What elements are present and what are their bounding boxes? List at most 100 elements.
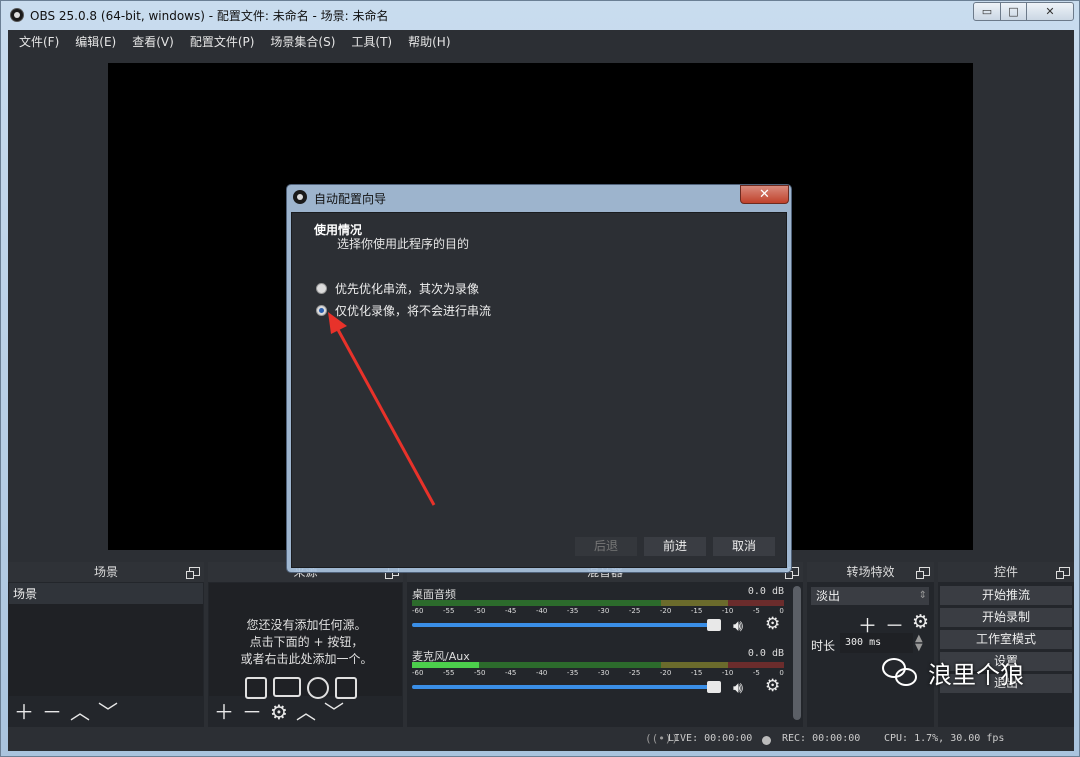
mixer-dock: 混音器 桌面音频 0.0 dB -60-55-50-45-40-35-30-25… (407, 562, 803, 727)
tick-label: -25 (628, 607, 641, 615)
dialog-title: 自动配置向导 (314, 192, 387, 206)
tick-label: -60 (412, 607, 424, 615)
move-down-icon[interactable]: ﹀ (324, 702, 344, 722)
dialog-close-button[interactable]: ✕ (740, 185, 789, 204)
option-label: 优先优化串流，其次为录像 (335, 282, 480, 296)
sources-toolbar: ＋ － ⚙ ︿ ﹀ (208, 697, 403, 727)
tick-label: -55 (442, 607, 455, 615)
move-down-icon[interactable]: ﹀ (98, 702, 118, 722)
controls-dock-title-text: 控件 (993, 565, 1018, 579)
remove-source-icon[interactable]: － (242, 702, 262, 722)
menu-help[interactable]: 帮助(H) (400, 30, 458, 54)
back-button[interactable]: 后退 (575, 537, 637, 556)
scene-list-item[interactable]: 场景 (9, 583, 203, 604)
float-dock-icon[interactable] (916, 567, 930, 579)
tick-label: -10 (721, 669, 734, 677)
transition-select[interactable]: 淡出 (811, 587, 929, 605)
camera-icon (335, 677, 357, 699)
obs-logo-icon (10, 8, 24, 22)
tick-label: -40 (535, 607, 548, 615)
minimize-button[interactable]: ▭ (973, 2, 1001, 21)
tick-label: -55 (442, 669, 455, 677)
remove-scene-icon[interactable]: － (42, 702, 62, 722)
menu-scene-collection[interactable]: 场景集合(S) (262, 30, 343, 54)
status-bar: ((•)) LIVE: 00:00:00 REC: 00:00:00 CPU: … (8, 729, 1074, 751)
sources-dock: 来源 您还没有添加任何源。 点击下面的 + 按钮， 或者右击此处添加一个。 ＋ (208, 562, 403, 727)
menu-bar: 文件(F) 编辑(E) 查看(V) 配置文件(P) 场景集合(S) 工具(T) … (8, 30, 1074, 54)
speaker-icon[interactable]: 🔊︎ (733, 616, 743, 636)
cpu-fps: CPU: 1.7%, 30.00 fps (884, 733, 1005, 744)
start-streaming-button[interactable]: 开始推流 (940, 586, 1072, 605)
duration-input[interactable]: 300 ms (840, 633, 913, 653)
float-dock-icon[interactable] (186, 567, 200, 579)
menu-file[interactable]: 文件(F) (11, 30, 67, 54)
tick-label: -45 (504, 607, 517, 615)
start-recording-button[interactable]: 开始录制 (940, 608, 1072, 627)
volume-meter (412, 600, 784, 606)
dialog-subheading: 选择你使用此程序的目的 (337, 237, 470, 251)
meter-ticks: -60 -55 -50 -45 -40 -35 -30 -25 -20 -15 -10 -5 0 (412, 607, 784, 619)
window-title: OBS 25.0.8 (64-bit, windows) - 配置文件: 未命名… (30, 9, 389, 23)
next-button[interactable]: 前进 (644, 537, 706, 556)
source-type-icons (245, 677, 357, 699)
tick-label: -40 (535, 669, 548, 677)
scenes-toolbar: ＋ － ︿ ﹀ (8, 697, 204, 727)
add-scene-icon[interactable]: ＋ (14, 702, 34, 722)
menu-tools[interactable]: 工具(T) (343, 30, 400, 54)
volume-slider[interactable] (412, 681, 721, 693)
speaker-icon[interactable]: 🔊︎ (733, 678, 743, 698)
add-source-icon[interactable]: ＋ (214, 702, 234, 722)
dialog-body: 使用情况 选择你使用此程序的目的 优先优化串流，其次为录像 仅优化录像，将不会进… (291, 212, 787, 568)
transitions-dock: 转场特效 淡出 ＋ － ⚙ 时长 300 ms ▲▼ (807, 562, 934, 727)
cancel-button[interactable]: 取消 (713, 537, 775, 556)
gear-icon[interactable]: ⚙ (765, 676, 780, 696)
studio-mode-button[interactable]: 工作室模式 (940, 630, 1072, 649)
duration-spinner-icon[interactable]: ▲ ▼ (915, 634, 923, 653)
float-dock-icon[interactable] (1056, 567, 1070, 579)
radio-button[interactable] (316, 283, 327, 294)
tick-label: -5 (752, 607, 760, 615)
auto-config-wizard-dialog: 自动配置向导 ✕ 使用情况 选择你使用此程序的目的 优先优化串流，其次为录像 仅… (286, 184, 792, 573)
obs-logo-icon (293, 190, 307, 204)
tick-label: -50 (473, 607, 486, 615)
rec-timer: REC: 00:00:00 (782, 733, 861, 744)
volume-slider-handle[interactable] (707, 619, 721, 631)
live-timer: LIVE: 00:00:00 (668, 733, 753, 744)
watermark: 浪里个狼 (882, 655, 1024, 690)
tick-label: -45 (504, 669, 517, 677)
menu-edit[interactable]: 编辑(E) (67, 30, 124, 54)
menu-profile[interactable]: 配置文件(P) (182, 30, 263, 54)
option-stream-first[interactable]: 优先优化串流，其次为录像 (316, 280, 479, 297)
controls-dock: 控件 开始推流 开始录制 工作室模式 设置 退出 (938, 562, 1074, 727)
hint-line: 点击下面的 + 按钮， (249, 635, 364, 649)
watermark-text: 浪里个狼 (928, 661, 1024, 689)
image-icon (245, 677, 267, 699)
mixer-scrollbar[interactable] (793, 586, 801, 720)
tick-label: -15 (690, 669, 703, 677)
controls-dock-title: 控件 (938, 562, 1074, 582)
tick-label: -15 (690, 607, 703, 615)
transitions-dock-title-text: 转场特效 (846, 565, 895, 579)
gear-icon[interactable]: ⚙ (765, 614, 780, 634)
menu-view[interactable]: 查看(V) (124, 30, 182, 54)
hint-line: 或者右击此处添加一个。 (240, 652, 373, 666)
move-up-icon[interactable]: ︿ (70, 702, 90, 722)
scene-list[interactable]: 场景 (9, 583, 203, 696)
move-up-icon[interactable]: ︿ (296, 702, 316, 722)
source-list[interactable]: 您还没有添加任何源。 点击下面的 + 按钮， 或者右击此处添加一个。 (209, 583, 402, 699)
option-record-only[interactable]: 仅优化录像，将不会进行串流 (316, 302, 491, 319)
dialog-title-bar: 自动配置向导 ✕ (287, 185, 791, 211)
tick-label: -35 (566, 607, 579, 615)
display-capture-icon (273, 677, 301, 697)
maximize-button[interactable]: □ (1000, 2, 1027, 21)
meter-ticks: -60 -55 -50 -45 -40 -35 -30 -25 -20 -15 -10 -5 0 (412, 669, 784, 681)
volume-slider-handle[interactable] (707, 681, 721, 693)
radio-button[interactable] (316, 305, 327, 316)
mixer-channel-mic: 麦克风/Aux 0.0 dB -60 -55 -50 -45 -40 -35 -30 -25-… (412, 648, 784, 708)
rec-dot-icon (762, 736, 771, 745)
close-button[interactable]: ✕ (1026, 2, 1074, 21)
volume-slider[interactable] (412, 619, 721, 631)
source-properties-gear-icon[interactable]: ⚙ (270, 702, 288, 722)
channel-db: 0.0 dB (747, 648, 784, 659)
volume-meter (412, 662, 784, 668)
